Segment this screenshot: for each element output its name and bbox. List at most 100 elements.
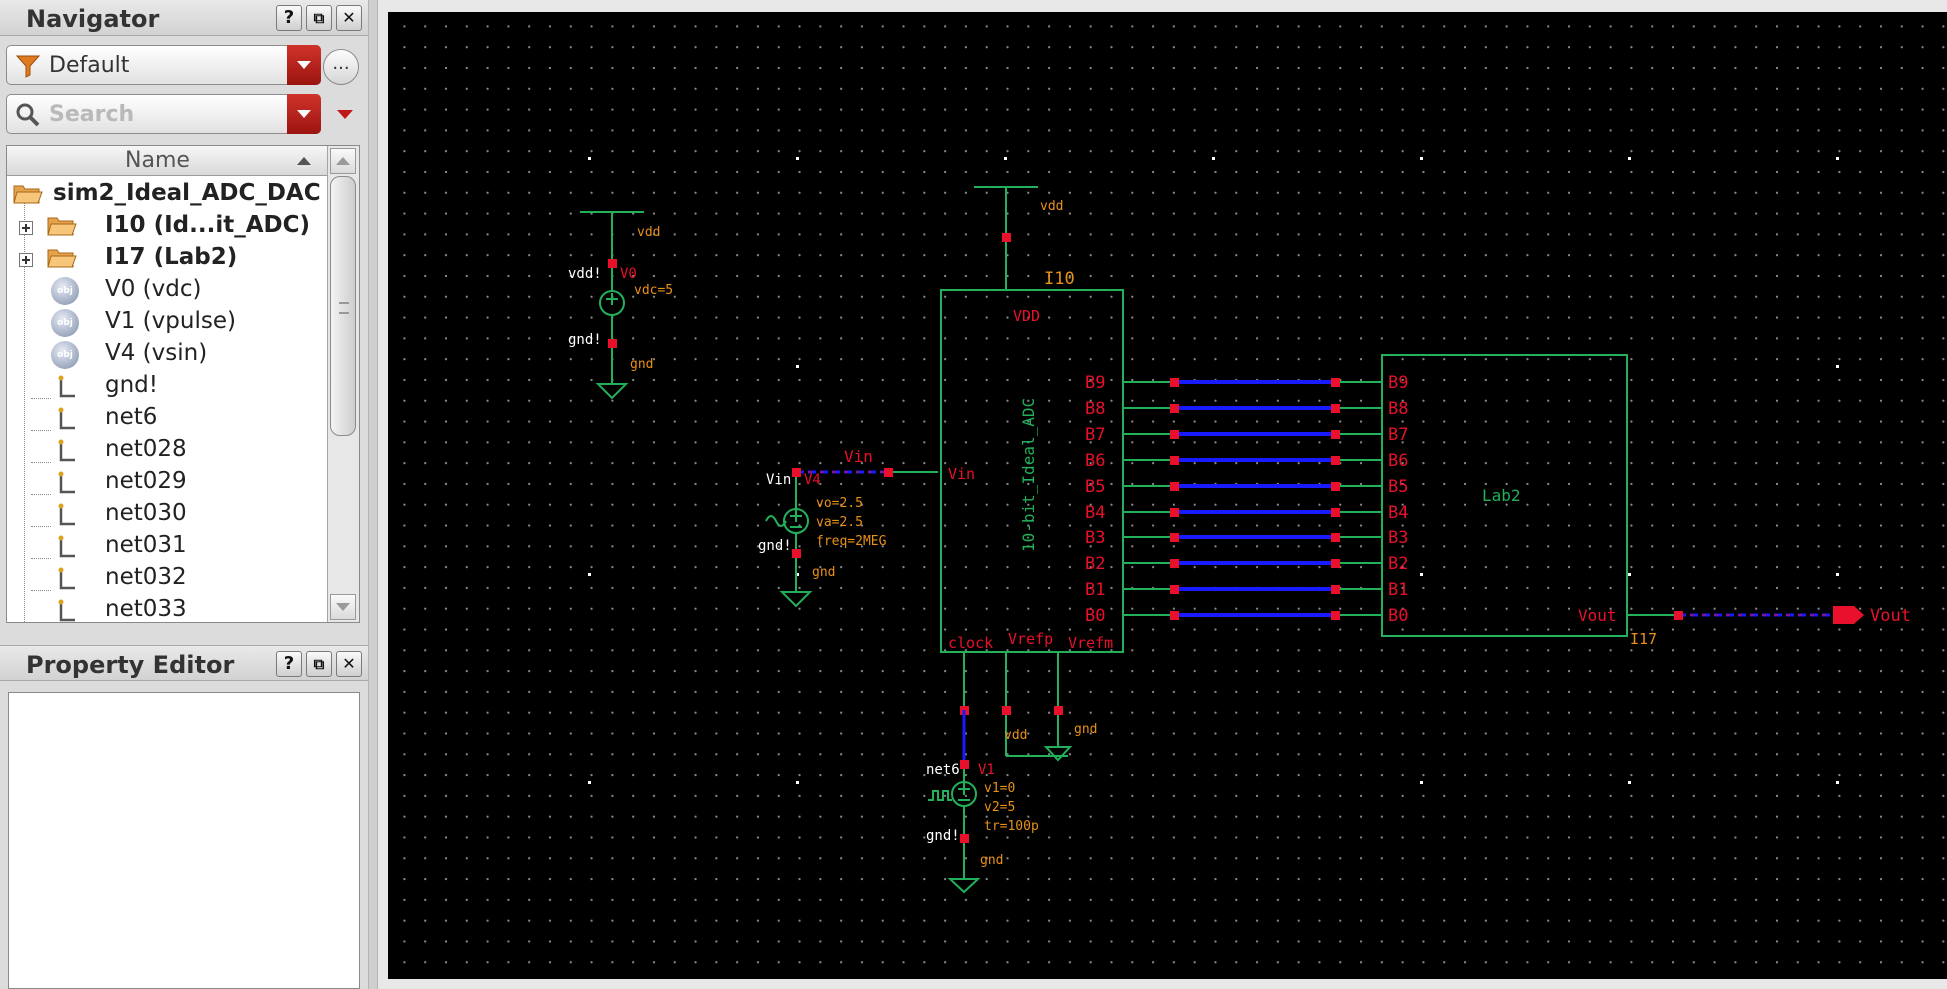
dac-bit-label: B8 [1388,399,1408,419]
net-icon [58,439,75,462]
pin[interactable] [960,760,969,769]
tree-scrollbar[interactable] [327,146,359,622]
tree-line [31,462,51,463]
output-port-icon[interactable] [1833,606,1864,624]
navigator-title: Navigator [26,5,160,33]
bit-b5-net [1123,482,1382,491]
dac-bit-label: B1 [1388,580,1408,600]
bit-b0-net [1123,611,1382,620]
adc-vrefm-pin-label: Vrefm [1068,634,1113,652]
search-options-arrow[interactable] [337,110,353,119]
scroll-down-button[interactable] [330,594,356,620]
pin[interactable] [884,468,893,477]
tree-line [31,398,51,399]
navigator-tree[interactable]: Name sim2_Ideal_ADC_DAC I10 (Id...it_ADC… [6,145,360,623]
tree-item-label: net030 [105,500,187,526]
search-combobox[interactable]: Search [6,94,321,134]
bit-bus[interactable] [1123,378,1382,620]
filter-combobox[interactable]: Default [6,45,321,85]
search-icon [16,103,40,127]
navigator-close-button[interactable]: ✕ [336,5,362,31]
net-icon [58,599,75,622]
dac-bit-label: B0 [1388,606,1408,626]
gnd-net-label: gnd [980,853,1003,868]
schematic-area: vdd vdd! V0 vdc=5 gnd! gnd Vin Vin V4 vo… [378,0,1947,989]
pin[interactable] [960,834,969,843]
tree-item-label: V1 (vpulse) [105,308,236,334]
schematic-canvas[interactable]: vdd vdd! V0 vdc=5 gnd! gnd Vin Vin V4 vo… [388,12,1947,979]
vdd-net-label: vdd [1040,199,1063,214]
adc-vin-pin-label: Vin [948,465,975,483]
dac-vout-pin-label: Vout [1578,606,1617,625]
net-icon [58,407,75,430]
tree-item-label: I10 (Id...it_ADC) [105,212,310,238]
dac-bit-label: B2 [1388,554,1408,574]
dac-bit-label: B3 [1388,528,1408,548]
v1-param: v2=5 [984,800,1015,815]
bit-b8-net [1123,404,1382,413]
dac-cell-name: Lab2 [1482,486,1521,505]
tree-item-label: net028 [105,436,187,462]
property-editor-help-button[interactable]: ? [276,651,302,677]
object-icon: obj [51,341,79,369]
net-icon [58,503,75,526]
property-editor-close-button[interactable]: ✕ [336,651,362,677]
tree-line [31,526,51,527]
navigator-help-button[interactable]: ? [276,5,302,31]
pin[interactable] [608,259,617,268]
pin[interactable] [1054,706,1063,715]
property-editor-title: Property Editor [26,651,235,679]
filter-dropdown-arrow[interactable] [287,45,321,85]
bit-b3-net [1123,533,1382,542]
tree-root-label: sim2_Ideal_ADC_DAC [53,180,321,206]
scroll-up-button[interactable] [330,148,356,174]
dac-instance-name: I17 [1630,630,1657,648]
pin[interactable] [792,468,801,477]
search-dropdown-arrow[interactable] [287,94,321,134]
pin[interactable] [1002,233,1011,242]
tree-item-label: V4 (vsin) [105,340,208,366]
v1-bottom-net: gnd! [926,828,960,844]
filter-more-button[interactable]: ... [323,49,359,85]
pin[interactable] [792,549,801,558]
adc-clock-pin-label: clock [948,634,993,652]
adc-bit-label: B3 [1085,528,1105,548]
v1-instance-name: V1 [978,762,995,778]
dock-splitter[interactable] [368,0,378,989]
open-folder-icon [13,185,43,204]
vdd-net-label: vdd [637,225,660,240]
open-folder-icon [47,249,77,268]
vin-net-label: Vin [844,447,873,466]
dac-bit-label: B7 [1388,425,1408,445]
property-editor-panel[interactable] [8,692,360,989]
scroll-thumb[interactable] [330,176,356,436]
expand-icon[interactable] [19,221,33,235]
property-editor-titlebar: Property Editor ? ⧉ ✕ [0,645,368,681]
search-input[interactable]: Search [49,102,134,127]
pin[interactable] [1002,706,1011,715]
adc-bit-label: B8 [1085,399,1105,419]
tree-item-label: net029 [105,468,187,494]
pin[interactable] [1674,611,1683,620]
dac-bit-label: B4 [1388,503,1408,523]
tree-item-label: net031 [105,532,187,558]
dac-symbol[interactable] [1381,354,1678,637]
expand-icon[interactable] [19,253,33,267]
adc-vdd-pin-label: VDD [1013,307,1040,325]
adc-bit-label: B0 [1085,606,1105,626]
adc-bit-labels: B9 B8 B7 B6 B5 B4 B3 B2 B1 B0 [1085,373,1105,626]
navigator-float-button[interactable]: ⧉ [306,5,332,31]
gnd-net-label: gnd [630,357,653,372]
v4-param: va=2.5 [816,515,863,530]
bit-b7-net [1123,430,1382,439]
pin[interactable] [608,339,617,348]
tree-item-label: I17 (Lab2) [105,244,238,270]
property-editor-float-button[interactable]: ⧉ [306,651,332,677]
adc-vrefp-pin-label: Vrefp [1008,630,1053,648]
adc-bit-label: B5 [1085,477,1105,497]
bit-b2-net [1123,559,1382,568]
tree-column-header[interactable]: Name [7,146,327,176]
gnd-net-label: gnd [1074,722,1097,737]
v0-top-net: vdd! [568,266,602,282]
object-icon: obj [51,309,79,337]
